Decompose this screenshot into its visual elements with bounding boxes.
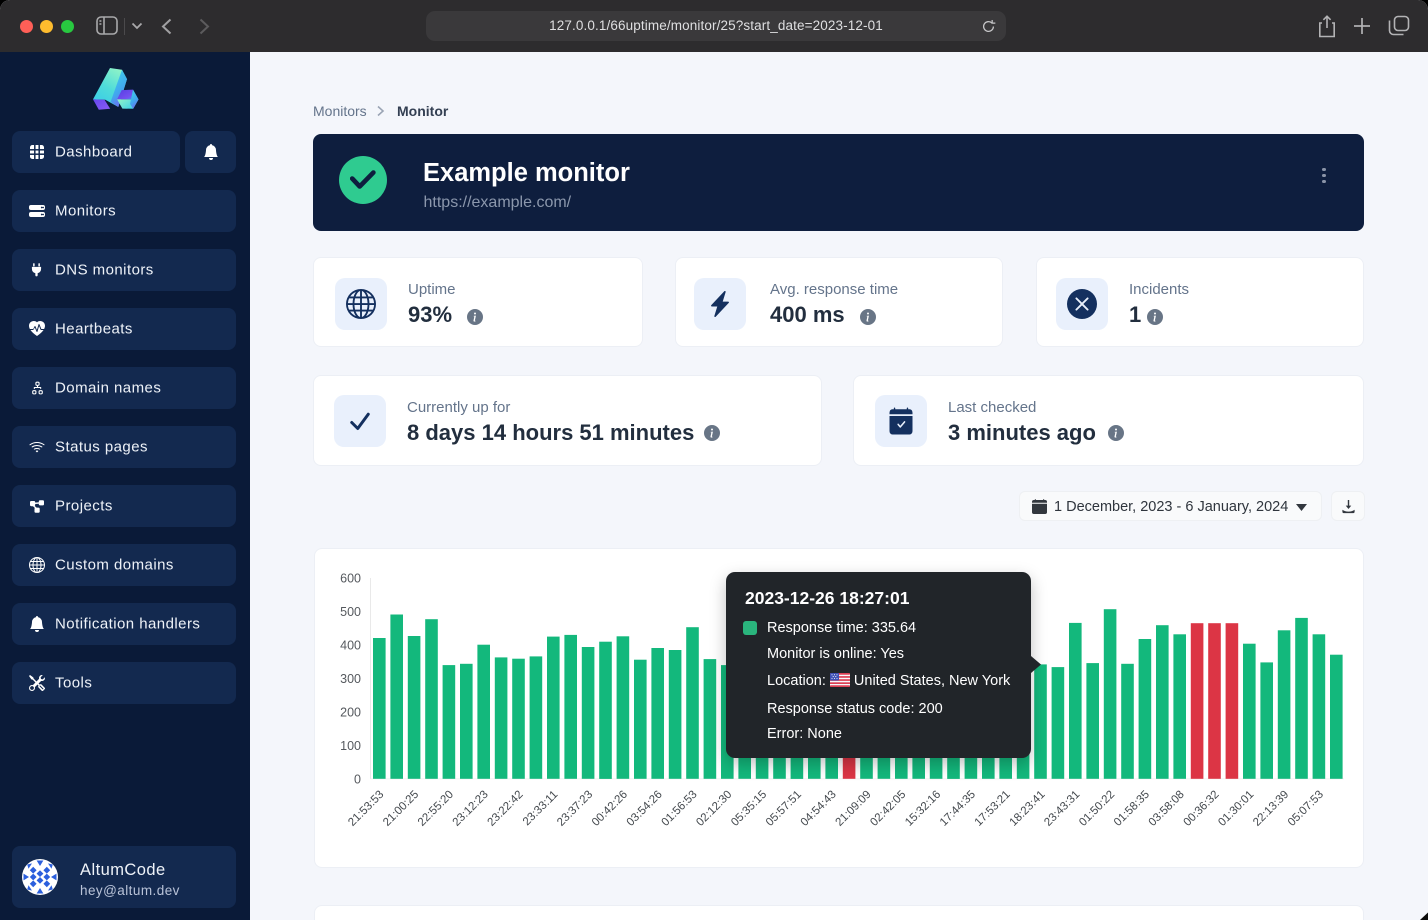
- svg-text:400: 400: [340, 639, 361, 653]
- svg-text:500: 500: [340, 605, 361, 619]
- svg-text:23:37:23: 23:37:23: [555, 789, 595, 829]
- svg-text:03:54:26: 03:54:26: [625, 789, 665, 829]
- svg-text:01:30:01: 01:30:01: [1216, 789, 1256, 829]
- svg-text:04:54:43: 04:54:43: [799, 789, 839, 829]
- svg-text:01:50:22: 01:50:22: [1077, 789, 1117, 829]
- svg-text:02:42:05: 02:42:05: [868, 789, 908, 829]
- svg-text:05:07:53: 05:07:53: [1286, 789, 1326, 829]
- svg-text:21:00:25: 21:00:25: [381, 789, 421, 829]
- svg-text:22:55:20: 22:55:20: [416, 789, 456, 829]
- svg-text:05:35:15: 05:35:15: [729, 789, 769, 829]
- svg-text:23:12:23: 23:12:23: [451, 789, 491, 829]
- svg-text:00:42:26: 00:42:26: [590, 789, 630, 829]
- svg-text:23:43:31: 23:43:31: [1042, 789, 1082, 829]
- svg-text:100: 100: [340, 739, 361, 753]
- svg-text:01:58:35: 01:58:35: [1112, 789, 1152, 829]
- svg-text:17:44:35: 17:44:35: [938, 789, 978, 829]
- svg-text:0: 0: [354, 773, 361, 787]
- svg-text:600: 600: [340, 572, 361, 586]
- svg-text:00:36:32: 00:36:32: [1181, 789, 1221, 829]
- svg-text:23:33:11: 23:33:11: [521, 789, 561, 829]
- svg-text:22:13:39: 22:13:39: [1251, 789, 1291, 829]
- svg-text:05:57:51: 05:57:51: [764, 789, 804, 829]
- svg-text:18:23:41: 18:23:41: [1007, 789, 1047, 829]
- svg-text:03:58:08: 03:58:08: [1147, 789, 1187, 829]
- svg-text:01:56:53: 01:56:53: [659, 789, 699, 829]
- svg-text:300: 300: [340, 672, 361, 686]
- svg-text:21:53:53: 21:53:53: [346, 789, 386, 829]
- svg-text:02:12:30: 02:12:30: [694, 789, 734, 829]
- svg-text:15:32:16: 15:32:16: [903, 789, 943, 829]
- svg-text:200: 200: [340, 706, 361, 720]
- svg-text:21:09:09: 21:09:09: [833, 789, 873, 829]
- svg-text:17:53:21: 17:53:21: [973, 789, 1013, 829]
- svg-text:23:22:42: 23:22:42: [485, 789, 525, 829]
